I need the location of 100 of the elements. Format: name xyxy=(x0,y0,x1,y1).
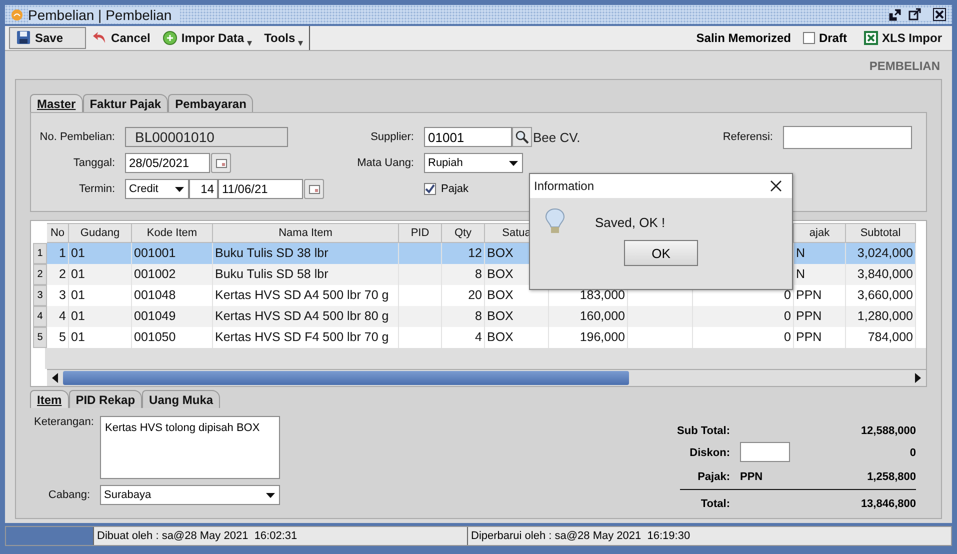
column-header: Qty xyxy=(442,223,485,243)
table-cell: PPN xyxy=(794,306,846,327)
table-cell: 001002 xyxy=(132,264,213,285)
table-cell: 001049 xyxy=(132,306,213,327)
restore-button[interactable] xyxy=(889,8,902,21)
table-cell: 160,000 xyxy=(549,306,628,327)
table-row[interactable]: 5 5 01 001050 Kertas HVS SD F4 500 lbr 70 g 4 BOX 196,000 0 PPN 784,000 xyxy=(33,327,926,348)
check-icon xyxy=(425,184,435,194)
date-picker-button[interactable] xyxy=(211,153,231,173)
supplier-code-field[interactable]: 01001 xyxy=(424,127,512,147)
table-cell: 4 xyxy=(47,306,69,327)
table-cell: N xyxy=(794,243,846,264)
table-cell: PPN xyxy=(794,285,846,306)
table-cell: 1 xyxy=(47,243,69,264)
discount-field[interactable] xyxy=(740,442,790,462)
status-text: Diperbarui oleh : sa@28 May 2021 16:19:30 xyxy=(470,529,692,544)
spreadsheet-icon xyxy=(862,30,879,46)
tools-menu[interactable]: Tools xyxy=(258,27,310,49)
table-cell: BOX xyxy=(485,327,549,348)
table-cell: Kertas HVS SD A4 500 lbr 70 g xyxy=(213,285,399,306)
close-icon xyxy=(770,180,782,192)
close-button[interactable] xyxy=(770,180,782,192)
table-cell: 12 xyxy=(442,243,485,264)
table-cell: 8 xyxy=(442,264,485,285)
calendar-icon xyxy=(216,158,226,168)
row-number: 2 xyxy=(33,264,47,285)
app-icon xyxy=(11,8,23,20)
table-cell: BOX xyxy=(485,306,549,327)
lightbulb-icon xyxy=(545,208,565,236)
import-button[interactable]: Impor Data xyxy=(156,27,258,49)
table-cell: N xyxy=(794,264,846,285)
tab[interactable]: Master xyxy=(30,94,83,112)
table-cell: Kertas HVS SD A4 500 lbr 80 g xyxy=(213,306,399,327)
cancel-button[interactable]: Cancel xyxy=(86,27,156,49)
plus-circle-icon xyxy=(162,30,178,46)
dialog-message: Saved, OK ! xyxy=(595,214,666,230)
field-label: Keterangan: xyxy=(33,416,95,428)
dropdown-arrow-icon xyxy=(266,493,275,498)
table-cell: 3,840,000 xyxy=(846,264,916,285)
column-header: Gudang xyxy=(69,223,132,243)
days-field[interactable]: 14 xyxy=(189,179,218,199)
close-icon xyxy=(933,8,946,21)
ok-button[interactable]: OK xyxy=(624,240,698,266)
table-cell: Buku Tulis SD 58 lbr xyxy=(213,264,399,285)
scrollbar-thumb[interactable] xyxy=(63,371,629,385)
reference-field[interactable] xyxy=(783,126,912,148)
table-cell: 01 xyxy=(69,243,132,264)
tab[interactable]: Item xyxy=(30,390,69,408)
tax-checkbox[interactable]: Pajak xyxy=(424,183,469,195)
table-cell: 001001 xyxy=(132,243,213,264)
tab[interactable]: Uang Muka xyxy=(142,390,220,408)
table-cell: 01 xyxy=(69,285,132,306)
search-icon xyxy=(515,130,529,144)
dialog-title: Information xyxy=(534,179,594,193)
table-cell: 01 xyxy=(69,327,132,348)
column-header: Subtotal xyxy=(846,223,916,243)
column-header: Nama Item xyxy=(213,223,399,243)
total-value: 13,846,800 xyxy=(860,498,916,510)
table-cell: 01 xyxy=(69,264,132,285)
table-cell: Kertas HVS SD F4 500 lbr 70 g xyxy=(213,327,399,348)
branch-dropdown[interactable]: Surabaya xyxy=(100,485,280,505)
total-label: Pajak: xyxy=(696,471,730,483)
tab[interactable]: Pembayaran xyxy=(168,94,254,112)
total-label: Sub Total: xyxy=(676,425,730,437)
row-number: 5 xyxy=(33,327,47,348)
tab[interactable]: Faktur Pajak xyxy=(82,94,168,112)
save-button[interactable]: Save xyxy=(9,27,86,49)
field-label: Referensi: xyxy=(722,131,774,143)
table-cell: 001048 xyxy=(132,285,213,306)
due-date-field[interactable]: 11/06/21 xyxy=(218,179,303,199)
currency-dropdown[interactable]: Rupiah xyxy=(424,153,523,173)
status-text: Dibuat oleh : sa@28 May 2021 16:02:31 xyxy=(94,527,468,545)
field-label: No. Pembelian: xyxy=(38,131,116,143)
date-picker-button[interactable] xyxy=(304,179,324,199)
maximize-button[interactable] xyxy=(908,8,921,21)
table-cell: 01 xyxy=(69,306,132,327)
page-heading: PEMBELIAN xyxy=(868,58,941,75)
search-button[interactable] xyxy=(512,127,532,147)
row-number: 1 xyxy=(33,243,47,264)
restore-icon xyxy=(889,8,902,21)
table-cell: 0 xyxy=(693,306,794,327)
close-button[interactable] xyxy=(933,8,946,21)
total-label: Total: xyxy=(700,498,730,510)
xls-import-button[interactable]: XLS Impor xyxy=(856,27,948,49)
term-dropdown[interactable]: Credit xyxy=(125,179,189,199)
horizontal-scrollbar[interactable] xyxy=(47,369,926,386)
field-label: Termin: xyxy=(78,183,116,195)
draft-checkbox[interactable]: Draft xyxy=(802,31,847,45)
date-field[interactable]: 28/05/2021 xyxy=(125,153,210,173)
calendar-icon xyxy=(308,184,320,194)
dropdown-arrow-icon xyxy=(247,41,252,46)
supplier-name: Bee CV. xyxy=(533,130,580,144)
window-title: Pembelian | Pembelian xyxy=(28,6,180,22)
notes-field[interactable]: Kertas HVS tolong dipisah BOX xyxy=(100,416,280,479)
table-cell: 001050 xyxy=(132,327,213,348)
toolbar-label: Salin Memorized xyxy=(696,31,791,45)
maximize-icon xyxy=(908,8,921,21)
total-value: 1,258,800 xyxy=(866,471,916,483)
tab[interactable]: PID Rekap xyxy=(68,390,142,408)
table-row[interactable]: 4 4 01 001049 Kertas HVS SD A4 500 lbr 80 g 8 BOX 160,000 0 PPN 1,280,000 xyxy=(33,306,926,327)
